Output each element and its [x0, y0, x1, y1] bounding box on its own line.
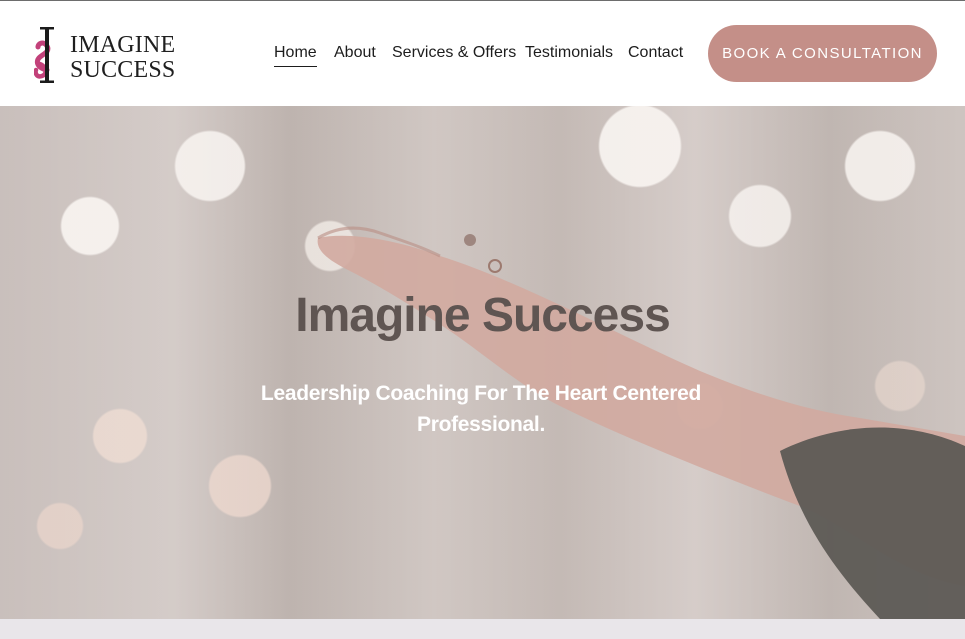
- hero-background-image: [317, 226, 965, 619]
- site-logo[interactable]: IMAGINE SUCCESS: [34, 24, 184, 86]
- logo-word-success: SUCCESS: [70, 57, 176, 83]
- next-section-edge: [0, 619, 965, 639]
- hero-banner: Imagine Success Leadership Coaching For …: [0, 106, 965, 619]
- logo-word-imagine: IMAGINE: [70, 32, 176, 58]
- nav-services-offers[interactable]: Services & Offers: [392, 43, 516, 63]
- logo-monogram-icon: [34, 27, 54, 83]
- nav-about[interactable]: About: [334, 43, 376, 63]
- hero-subtitle: Leadership Coaching For The Heart Center…: [260, 382, 702, 436]
- book-consultation-button[interactable]: BOOK A CONSULTATION: [708, 25, 937, 82]
- nav-home[interactable]: Home: [274, 43, 317, 67]
- nav-contact[interactable]: Contact: [628, 43, 683, 63]
- hero-title: Imagine Success: [295, 289, 671, 342]
- site-header: IMAGINE SUCCESS Home About Services & Of…: [0, 1, 965, 106]
- nav-testimonials[interactable]: Testimonials: [525, 43, 613, 63]
